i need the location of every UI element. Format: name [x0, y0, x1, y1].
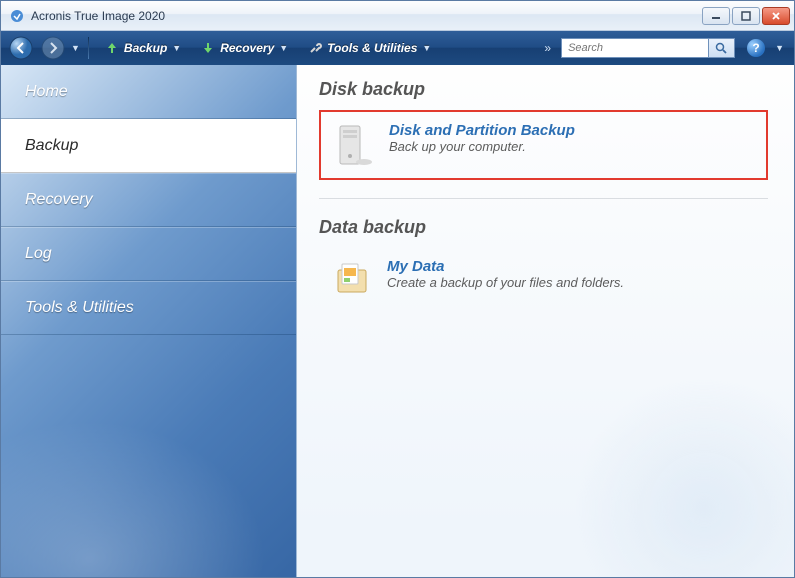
titlebar: Acronis True Image 2020 — [1, 1, 794, 31]
sidebar: Home Backup Recovery Log Tools & Utiliti… — [1, 65, 297, 577]
toolbar-recovery-menu[interactable]: Recovery ▼ — [193, 38, 296, 58]
sidebar-item-recovery[interactable]: Recovery — [1, 173, 296, 227]
divider — [319, 198, 768, 199]
main-content: Disk backup Disk and Partition Backup Ba… — [297, 65, 794, 577]
sidebar-item-label: Backup — [25, 137, 78, 155]
card-my-data[interactable]: My Data Create a backup of your files an… — [319, 248, 768, 314]
help-button[interactable]: ? — [747, 39, 765, 57]
section-title-data-backup: Data backup — [319, 217, 768, 238]
card-desc: Create a backup of your files and folder… — [387, 275, 624, 290]
toolbar-tools-menu[interactable]: Tools & Utilities ▼ — [300, 38, 439, 58]
maximize-button[interactable] — [732, 7, 760, 25]
sidebar-item-label: Recovery — [25, 191, 93, 209]
chevron-down-icon: ▼ — [279, 43, 288, 53]
nav-forward-button[interactable] — [39, 35, 67, 61]
sidebar-item-log[interactable]: Log — [1, 227, 296, 281]
sidebar-item-home[interactable]: Home — [1, 65, 296, 119]
chevron-down-icon: ▼ — [172, 43, 181, 53]
toolbar-backup-label: Backup — [124, 41, 167, 55]
nav-history-dropdown-icon[interactable]: ▼ — [71, 43, 80, 53]
separator — [88, 37, 89, 59]
toolbar: ▼ Backup ▼ Recovery ▼ Tools & Utilities … — [1, 31, 794, 65]
recovery-down-icon — [201, 41, 215, 55]
window-controls — [702, 7, 790, 25]
folder-files-icon — [331, 258, 373, 304]
minimize-button[interactable] — [702, 7, 730, 25]
section-title-disk-backup: Disk backup — [319, 79, 768, 100]
toolbar-overflow[interactable]: » — [443, 41, 557, 55]
toolbar-recovery-label: Recovery — [220, 41, 274, 55]
search-input[interactable] — [561, 38, 709, 58]
toolbar-tools-label: Tools & Utilities — [327, 41, 417, 55]
sidebar-item-label: Home — [25, 83, 68, 101]
chevron-down-icon[interactable]: ▼ — [775, 43, 784, 53]
search-icon — [715, 42, 728, 55]
tools-icon — [308, 41, 322, 55]
tower-icon — [333, 122, 375, 168]
card-title: My Data — [387, 258, 624, 275]
close-button[interactable] — [762, 7, 790, 25]
app-icon — [9, 8, 25, 24]
toolbar-backup-menu[interactable]: Backup ▼ — [97, 38, 189, 58]
sidebar-item-backup[interactable]: Backup — [1, 119, 296, 173]
window-title: Acronis True Image 2020 — [31, 9, 702, 23]
card-disk-partition-backup[interactable]: Disk and Partition Backup Back up your c… — [319, 110, 768, 180]
chevron-down-icon: ▼ — [422, 43, 431, 53]
search-button[interactable] — [709, 38, 735, 58]
sidebar-item-tools[interactable]: Tools & Utilities — [1, 281, 296, 335]
sidebar-item-label: Log — [25, 245, 52, 263]
backup-up-icon — [105, 41, 119, 55]
search-box — [561, 38, 735, 58]
nav-back-button[interactable] — [7, 35, 35, 61]
sidebar-item-label: Tools & Utilities — [25, 299, 134, 317]
card-title: Disk and Partition Backup — [389, 122, 575, 139]
card-desc: Back up your computer. — [389, 139, 575, 154]
